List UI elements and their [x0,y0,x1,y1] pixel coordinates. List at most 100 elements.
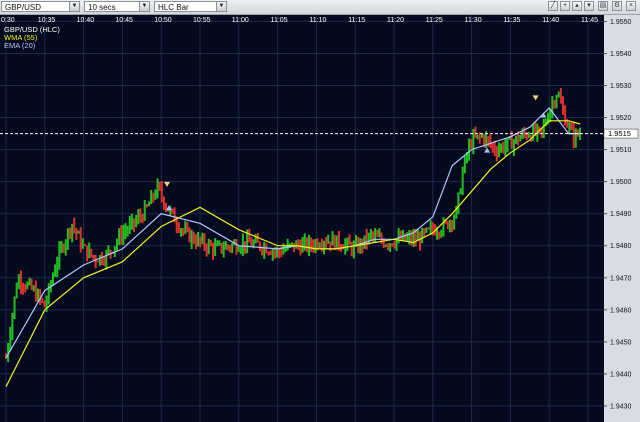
x-tick-label: 10:50 [154,17,172,24]
price-bar [209,239,212,247]
price-bar [263,241,266,259]
chevron-down-icon[interactable]: ▼ [69,2,79,11]
price-bar [397,227,400,244]
price-bar [248,228,251,243]
price-bar [184,220,187,235]
price-bar [555,94,558,109]
price-bar [88,242,91,259]
price-bar [258,241,261,252]
price-bar [28,277,31,286]
draw-line-icon[interactable]: ╱ [548,1,558,11]
crosshair-icon[interactable]: + [560,1,570,11]
price-bar [51,272,54,286]
price-bar [244,241,247,254]
price-bar [335,235,338,248]
zoom-out-icon[interactable]: ▾ [584,1,594,11]
price-axis [604,15,640,422]
settings-icon[interactable]: ⚙ [612,1,622,11]
price-bar [126,225,129,237]
y-tick-label: 1.9530 [610,83,632,90]
price-bar [438,231,441,240]
price-bar [152,192,155,203]
price-bar [73,217,76,234]
zoom-in-icon[interactable]: ▴ [572,1,582,11]
price-bar [130,213,133,230]
price-bar [19,270,22,295]
x-tick-label: 11:35 [503,17,520,24]
price-bar [214,238,217,257]
price-bar [453,214,456,230]
interval-select-value: 10 secs [88,3,116,12]
price-bar [327,234,330,244]
price-bar [156,178,159,199]
price-bar [410,230,413,246]
price-bar [384,244,387,248]
price-bar [542,118,545,139]
x-tick-label: 11:25 [426,17,443,24]
price-bar [393,240,396,249]
price-bar [299,239,302,256]
price-bar [179,228,182,237]
x-tick-label: 10:45 [115,17,133,24]
price-bar [301,237,304,253]
price-bar [500,143,503,153]
price-bar [34,280,37,302]
price-bar [199,236,202,248]
price-bar [9,326,12,352]
price-bar [24,283,27,293]
price-bar [457,192,460,215]
price-bar [105,249,108,270]
price-bar [115,238,118,251]
x-tick-label: 11:30 [465,17,482,24]
price-bar [17,274,20,290]
price-bar [318,242,321,250]
close-icon[interactable]: × [626,1,636,11]
symbol-select[interactable]: GBP/USD ▼ [1,1,80,12]
price-bar [229,244,232,253]
price-bar [216,240,219,247]
y-tick-label: 1.9450 [610,339,632,346]
price-bar [197,231,200,247]
price-bar [15,282,18,299]
price-bar [442,217,445,237]
price-bar [254,233,257,244]
price-bar [429,220,432,235]
price-bar [188,227,191,243]
chart-style-select-value: HLC Bar [158,3,189,12]
price-bar [305,237,308,253]
price-bar [344,238,347,255]
price-bar [557,91,560,98]
chevron-down-icon[interactable]: ▼ [216,2,226,11]
price-bar [310,237,313,253]
current-price-label: 1.9515 [608,129,631,138]
print-icon[interactable]: ▤ [598,1,608,11]
price-bar [474,126,477,139]
price-bar [194,234,197,250]
price-bar [94,254,97,269]
price-bar [286,238,289,251]
price-bar [325,236,328,249]
y-tick-label: 1.9550 [610,19,632,26]
price-bar [372,231,375,243]
price-bar [532,124,535,142]
price-bar [391,243,394,247]
interval-select[interactable]: 10 secs ▼ [84,1,150,12]
chart-style-select[interactable]: HLC Bar ▼ [154,1,227,12]
price-bar [11,312,14,341]
price-bar [519,134,522,142]
price-bar [468,138,471,161]
price-bar [297,239,300,251]
price-bar [137,209,140,225]
price-bar [158,181,161,192]
price-bar [220,242,223,254]
price-bar [124,223,127,240]
price-bar [69,227,72,240]
price-bar [79,227,82,253]
price-chart[interactable]: 0:30 10:35 10:40 10:45 10:50 10:55 11:00 11:05 1… [0,15,640,422]
price-bar [376,229,379,237]
price-bar [348,234,351,245]
chevron-down-icon[interactable]: ▼ [139,2,149,11]
price-bar [282,243,285,255]
price-bar [389,242,392,252]
price-bar [160,181,163,203]
